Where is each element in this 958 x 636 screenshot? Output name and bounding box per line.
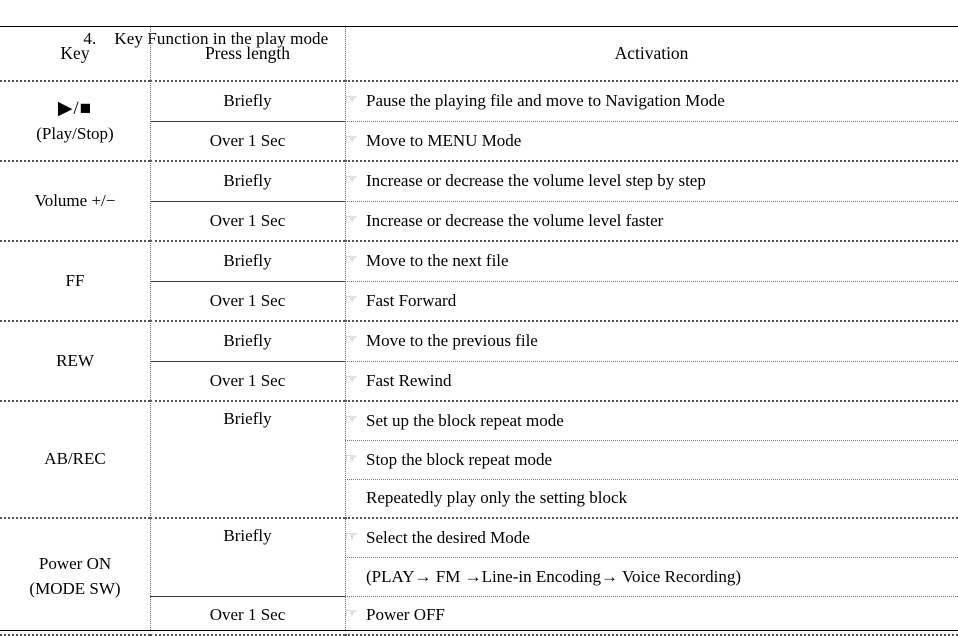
- key-label: AB/REC: [44, 449, 106, 469]
- table-row: AB/REC Briefly ☞ Set up the block repeat mo…: [0, 401, 958, 519]
- pointing-hand-icon: ☞: [345, 292, 358, 308]
- column-header-activation: Activation: [345, 26, 958, 82]
- activation-text: Select the desired Mode: [366, 527, 530, 547]
- press-length-cell: Briefly: [150, 518, 345, 597]
- pointing-hand-icon: ☞: [345, 253, 358, 269]
- key-cell: FF: [0, 241, 150, 322]
- column-divider-1: [150, 27, 151, 630]
- document-page: 4. Key Function in the play mode Key Pres…: [0, 0, 958, 636]
- key-label: Power ON: [38, 553, 112, 573]
- press-length-cell: Over 1 Sec: [150, 361, 345, 402]
- table-body: ▶/■ (Play/Stop) Briefly ☞ Pause the playing …: [0, 81, 958, 636]
- table-row: REW Briefly ☞ Move to the previous file: [0, 321, 958, 402]
- pointing-hand-icon: ☞: [345, 489, 366, 506]
- pointing-hand-icon: ☞: [345, 132, 358, 148]
- key-label: (Play/Stop): [36, 124, 114, 144]
- key-cell: AB/REC: [0, 401, 150, 519]
- activation-text: Repeatedly play only the setting block: [366, 488, 628, 508]
- pointing-hand-icon: ☞: [345, 212, 358, 228]
- activation-text: Stop the block repeat mode: [366, 449, 553, 469]
- press-length-cell: Briefly: [150, 321, 345, 362]
- activation-cell: ☞(PLAY→ FM →Line-in Encoding→ Voice Reco…: [345, 557, 958, 597]
- activation-text: Fast Rewind: [366, 370, 452, 390]
- activation-text: Move to MENU Mode: [366, 130, 522, 150]
- press-length-cell: Over 1 Sec: [150, 121, 345, 162]
- pointing-hand-icon: ☞: [345, 173, 358, 189]
- table-row: Power ON (MODE SW) Briefly ☞ Select the desi…: [0, 518, 958, 636]
- pointing-hand-icon: ☞: [345, 451, 358, 467]
- activation-cell: ☞ Fast Rewind: [345, 361, 958, 402]
- table-row: Volume +/− Briefly ☞ Increase or decrease t…: [0, 161, 958, 242]
- activation-text: Fast Forward: [366, 290, 457, 310]
- key-cell: Volume +/−: [0, 161, 150, 242]
- table-header-row: Key Press length Activation: [0, 26, 958, 82]
- activation-cell: ☞Repeatedly play only the setting block: [345, 479, 958, 519]
- activation-text: Move to the next file: [366, 251, 509, 271]
- press-length-cell: Over 1 Sec: [150, 201, 345, 242]
- pointing-hand-icon: ☞: [345, 333, 358, 349]
- key-label: REW: [56, 350, 94, 370]
- press-length-cell: Briefly: [150, 401, 345, 519]
- pointing-hand-icon: ☞: [345, 412, 358, 428]
- press-length-cell: Briefly: [150, 241, 345, 282]
- activation-cell: ☞ Move to MENU Mode: [345, 121, 958, 162]
- pointing-hand-icon: ☞: [345, 93, 358, 109]
- activation-text: (PLAY→ FM →Line-in Encoding→ Voice Recor…: [366, 566, 742, 586]
- key-cell: ▶/■ (Play/Stop): [0, 81, 150, 162]
- key-label: (MODE SW): [29, 578, 121, 598]
- key-label: FF: [65, 270, 85, 290]
- activation-cell: ☞ Pause the playing file and move to Navi…: [345, 81, 958, 122]
- activation-cell: ☞ Increase or decrease the volume level s…: [345, 161, 958, 202]
- activation-text: Increase or decrease the volume level st…: [366, 171, 706, 191]
- table-row: ▶/■ (Play/Stop) Briefly ☞ Pause the playing …: [0, 81, 958, 162]
- activation-cell: ☞ Increase or decrease the volume level f…: [345, 201, 958, 242]
- activation-text: Power OFF: [366, 605, 445, 625]
- pointing-hand-icon: ☞: [345, 568, 366, 585]
- activation-cell: ☞ Move to the previous file: [345, 321, 958, 362]
- pointing-hand-icon: ☞: [345, 607, 358, 623]
- key-cell: Power ON (MODE SW): [0, 518, 150, 636]
- column-divider-2: [345, 27, 346, 630]
- pointing-hand-icon: ☞: [345, 372, 358, 388]
- pointing-hand-icon: ☞: [345, 529, 358, 545]
- column-header-key: Key: [0, 26, 150, 82]
- press-length-cell: Briefly: [150, 81, 345, 122]
- activation-cell: ☞ Select the desired Mode: [345, 518, 958, 558]
- activation-text: Set up the block repeat mode: [366, 410, 564, 430]
- key-cell: REW: [0, 321, 150, 402]
- activation-cell: ☞ Fast Forward: [345, 281, 958, 322]
- activation-cell: ☞ Stop the block repeat mode: [345, 440, 958, 480]
- activation-text: Increase or decrease the volume level fa…: [366, 210, 664, 230]
- table-bottom-rule: [0, 630, 958, 631]
- table-header: Key Press length Activation: [0, 26, 958, 82]
- key-label: ▶/■: [57, 97, 93, 119]
- activation-text: Pause the playing file and move to Navig…: [366, 91, 725, 111]
- press-length-cell: Over 1 Sec: [150, 281, 345, 322]
- key-function-table: Key Press length Activation ▶/■ (Play/Sto…: [0, 26, 958, 636]
- page-title: 4. Key Function in the play mode: [0, 0, 958, 48]
- activation-cell: ☞ Set up the block repeat mode: [345, 401, 958, 441]
- activation-text: Move to the previous file: [366, 331, 538, 351]
- table-row: FF Briefly ☞ Move to the next file: [0, 241, 958, 322]
- key-label: Volume +/−: [34, 190, 116, 210]
- column-header-press-length: Press length: [150, 26, 345, 82]
- press-length-cell: Briefly: [150, 161, 345, 202]
- activation-cell: ☞ Move to the next file: [345, 241, 958, 282]
